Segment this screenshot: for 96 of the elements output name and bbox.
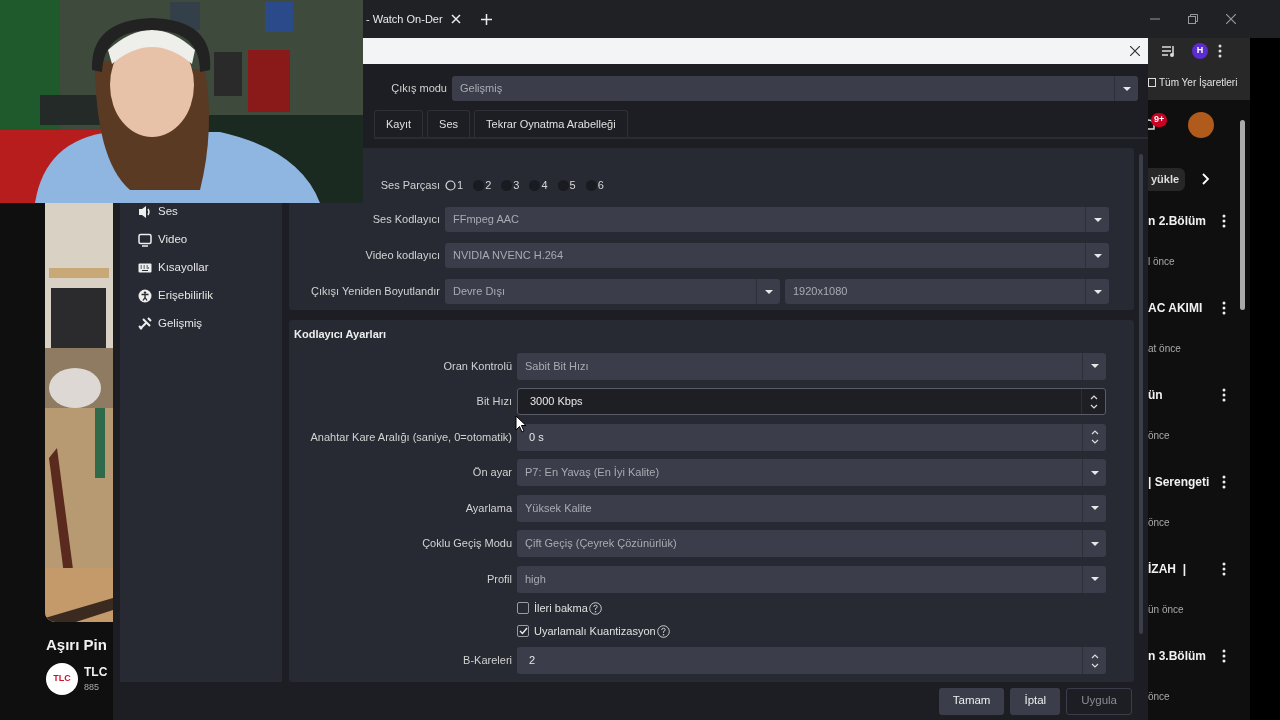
field-label: Çıkış modu (390, 81, 448, 97)
cursor-icon (515, 415, 527, 433)
field-label: Anahtar Kare Aralığı (saniye, 0=otomatik) (309, 429, 513, 445)
sidebar-item[interactable]: Ses (158, 203, 178, 221)
field-label: Çoklu Geçiş Modu (421, 536, 513, 552)
playlist-icon[interactable] (1162, 45, 1176, 57)
field-label: Ses Kodlayıcı (371, 212, 441, 228)
dropdown[interactable]: Yüksek Kalite (517, 494, 1106, 522)
plus-icon[interactable] (480, 13, 492, 25)
dropdown[interactable]: 1920x1080 (785, 279, 1109, 304)
video-title[interactable]: n 2.Bölüm (1148, 211, 1206, 230)
channel-logo[interactable]: TLC (46, 662, 78, 695)
field-label: Profil (485, 571, 513, 587)
video-title[interactable]: Aşırı Pin (46, 634, 113, 657)
radio-label: 2 (485, 177, 492, 193)
video-meta: at önce (1148, 341, 1182, 356)
close-icon[interactable] (1130, 46, 1140, 56)
dropdown[interactable]: Sabit Bit Hızı (517, 352, 1106, 380)
video-meta: önce (1148, 428, 1171, 443)
chevron-right-icon[interactable] (1202, 173, 1210, 186)
dialog-button[interactable]: İptal (1010, 687, 1061, 715)
stepper-icon[interactable] (1088, 393, 1099, 410)
accessibility-icon (138, 289, 152, 303)
avatar[interactable] (1188, 112, 1214, 138)
dropdown[interactable]: Çift Geçiş (Çeyrek Çözünürlük) (517, 530, 1106, 557)
kebab-icon[interactable] (1222, 561, 1226, 576)
checkbox[interactable] (517, 625, 529, 637)
dropdown[interactable]: high (517, 565, 1106, 593)
field-label: Çıkışı Yeniden Boyutlandır (309, 284, 441, 300)
video-meta: l önce (1148, 254, 1176, 269)
keyboard-icon (138, 261, 152, 275)
section-heading: Kodlayıcı Ayarları (294, 327, 388, 342)
close-icon[interactable] (1226, 14, 1236, 24)
video-title[interactable]: n 3.Bölüm (1148, 646, 1206, 665)
checkbox-label: İleri bakma (534, 600, 588, 616)
sidebar-item[interactable]: Video (158, 231, 188, 249)
tab[interactable]: Kayıt (374, 110, 424, 137)
video-meta: önce (1148, 515, 1171, 530)
kebab-icon[interactable] (1218, 44, 1222, 58)
field-label: B-Kareleri (462, 653, 513, 669)
sidebar-item[interactable]: Gelişmiş (158, 315, 203, 333)
dialog-button[interactable]: Tamam (938, 687, 1005, 715)
scrollbar[interactable] (1240, 120, 1245, 310)
scrollbar[interactable] (1139, 154, 1143, 634)
kebab-icon[interactable] (1222, 387, 1226, 402)
check-icon (518, 627, 528, 635)
radio-label: 4 (541, 177, 548, 193)
kebab-icon[interactable] (1222, 213, 1226, 228)
speaker-icon (138, 205, 152, 219)
sidebar-item[interactable]: Erişebilirlik (158, 287, 213, 305)
number-field[interactable]: 0 s (517, 423, 1106, 451)
view-count: 885 (84, 680, 101, 694)
kebab-icon[interactable] (1222, 648, 1226, 663)
field-label: Oran Kontrolü (442, 358, 513, 374)
video-meta: ün önce (1148, 602, 1185, 617)
help-icon[interactable] (588, 601, 602, 615)
radio-button[interactable] (445, 179, 456, 191)
video-meta: önce (1148, 689, 1171, 704)
dropdown[interactable]: P7: En Yavaş (En İyi Kalite) (517, 459, 1106, 486)
tab[interactable]: Ses (427, 110, 471, 137)
monitor-icon (138, 233, 152, 247)
stepper-icon[interactable] (1089, 429, 1100, 445)
number-field[interactable]: 2 (517, 647, 1106, 674)
profile-avatar[interactable]: H (1192, 43, 1208, 59)
filter-chip[interactable]: yükle (1148, 168, 1186, 191)
sidebar-item[interactable]: Kısayollar (158, 259, 209, 277)
video-title[interactable]: ün (1148, 385, 1163, 404)
help-icon[interactable] (656, 624, 670, 638)
restore-icon[interactable] (1188, 14, 1198, 24)
radio-label: 3 (513, 177, 520, 193)
radio-label: 6 (597, 177, 604, 193)
tools-icon (138, 317, 152, 331)
radio-label: 5 (569, 177, 576, 193)
field-label: Bit Hızı (475, 394, 513, 410)
dropdown[interactable]: Devre Dışı (445, 279, 780, 304)
dropdown[interactable]: FFmpeg AAC (445, 207, 1109, 232)
radio-label: 1 (457, 177, 464, 193)
checkbox[interactable] (517, 602, 529, 614)
tab[interactable]: Tekrar Oynatma Arabelleği (474, 110, 628, 137)
field-label: Ayarlama (464, 500, 513, 516)
kebab-icon[interactable] (1222, 474, 1226, 489)
field-label: Ses Parçası (379, 177, 441, 193)
video-title[interactable]: | Serengeti (1148, 472, 1210, 491)
kebab-icon[interactable] (1222, 300, 1226, 315)
notification-badge: 9+ (1151, 113, 1168, 127)
checkbox-label: Uyarlamalı Kuantizasyon (534, 623, 656, 639)
browser-tab[interactable]: - Watch On-Der (366, 10, 443, 28)
video-title[interactable]: AC AKIMI (1148, 298, 1203, 317)
number-field[interactable]: 3000 Kbps (517, 388, 1106, 415)
field-label: Video kodlayıcı (364, 248, 441, 264)
field-label: Ön ayar (471, 465, 513, 481)
dropdown[interactable]: NVIDIA NVENC H.264 (445, 243, 1109, 268)
video-title[interactable]: İZAH | (1148, 559, 1187, 578)
stepper-icon[interactable] (1089, 652, 1100, 669)
channel-name[interactable]: TLC (84, 662, 108, 681)
output-mode-select[interactable]: Gelişmiş (452, 76, 1138, 101)
